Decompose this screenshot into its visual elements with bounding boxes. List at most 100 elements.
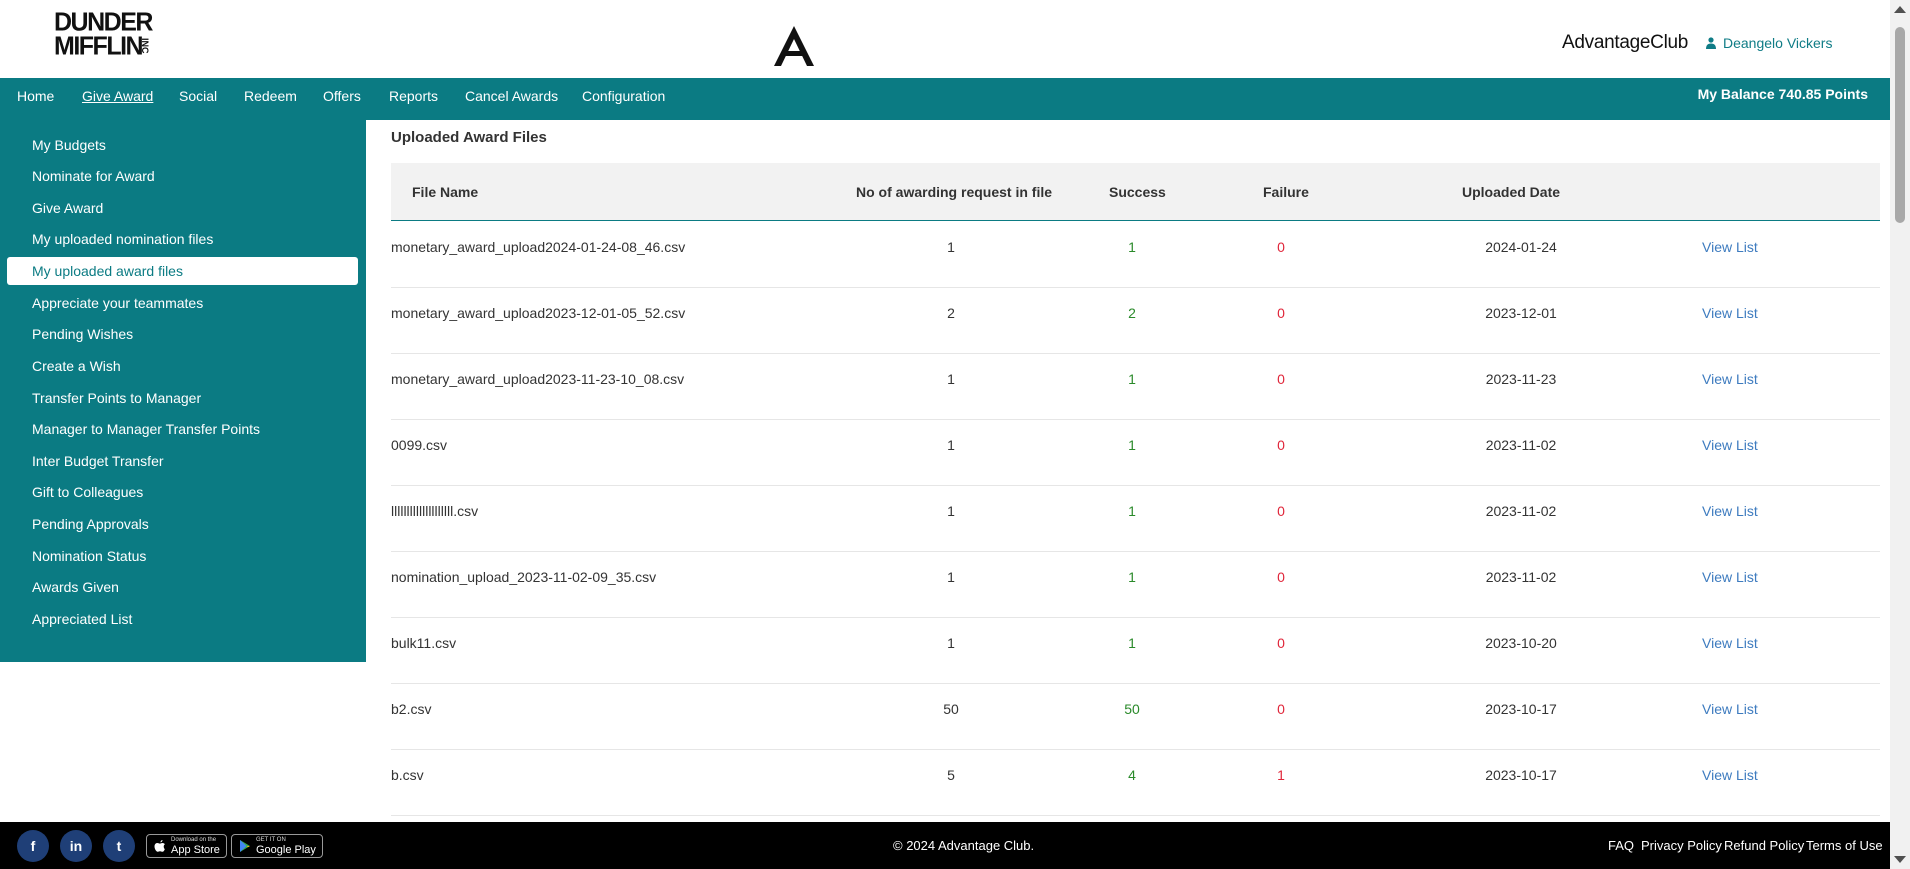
app-store-badge[interactable]: Download on the App Store (146, 834, 227, 858)
app-store-small-text: Download on the (171, 837, 217, 843)
file-name-cell: b.csv (391, 767, 424, 783)
apple-icon (154, 840, 165, 852)
table-row: monetary_award_upload2023-12-01-05_52.cs… (391, 288, 1880, 354)
failure-cell: 1 (1277, 767, 1285, 783)
sidebar-item-awards-given[interactable]: Awards Given (7, 573, 358, 601)
sidebar-item-my-uploaded-nomination-files[interactable]: My uploaded nomination files (7, 225, 358, 253)
top-header: DUNDER MIFFLIN INC AdvantageClub Deangel… (0, 0, 1890, 78)
scroll-thumb[interactable] (1895, 27, 1905, 223)
success-cell: 4 (1128, 767, 1136, 783)
balance-display: My Balance 740.85 Points (1697, 86, 1868, 102)
view-list-link[interactable]: View List (1702, 288, 1758, 354)
success-cell: 1 (1128, 239, 1136, 255)
nav-social[interactable]: Social (179, 78, 217, 120)
page-title: Uploaded Award Files (391, 129, 547, 146)
nav-configuration[interactable]: Configuration (582, 78, 665, 120)
sidebar-item-nomination-status[interactable]: Nomination Status (7, 542, 358, 570)
table-row: monetary_award_upload2023-11-23-10_08.cs… (391, 354, 1880, 420)
table-row: llllllllllllllllllll.csv 1 1 0 2023-11-0… (391, 486, 1880, 552)
logo-line2: MIFFLIN (54, 31, 144, 61)
table-row: bulk11.csv 1 1 0 2023-10-20 View List (391, 618, 1880, 684)
page-scrollbar[interactable] (1890, 0, 1910, 869)
sidebar-item-pending-wishes[interactable]: Pending Wishes (7, 320, 358, 348)
nav-cancel-awards[interactable]: Cancel Awards (465, 78, 558, 120)
nav-give-award[interactable]: Give Award (82, 78, 153, 120)
sidebar-item-my-uploaded-award-files[interactable]: My uploaded award files (7, 257, 358, 285)
column-header-success: Success (1109, 184, 1166, 200)
sidebar: My Budgets Nominate for Award Give Award… (0, 120, 366, 662)
sidebar-item-appreciated-list[interactable]: Appreciated List (7, 605, 358, 633)
sidebar-item-give-award[interactable]: Give Award (7, 194, 358, 222)
linkedin-icon[interactable]: in (60, 830, 92, 862)
sidebar-item-nominate-for-award[interactable]: Nominate for Award (7, 162, 358, 190)
date-cell: 2023-10-17 (1485, 701, 1557, 717)
requests-cell: 5 (947, 767, 955, 783)
view-list-link[interactable]: View List (1702, 684, 1758, 750)
file-name-cell: monetary_award_upload2023-11-23-10_08.cs… (391, 371, 685, 387)
nav-reports[interactable]: Reports (389, 78, 438, 120)
requests-cell: 1 (947, 569, 955, 585)
failure-cell: 0 (1277, 701, 1285, 717)
google-play-icon (240, 840, 250, 852)
table-header: File Name No of awarding request in file… (391, 163, 1880, 221)
footer-link-refund-policy[interactable]: Refund Policy (1724, 838, 1804, 853)
table-row: nomination_upload_2023-11-02-09_35.csv 1… (391, 552, 1880, 618)
failure-cell: 0 (1277, 239, 1285, 255)
date-cell: 2023-10-20 (1485, 635, 1557, 651)
scroll-down-icon[interactable] (1894, 856, 1906, 863)
footer: f in t Download on the App Store GET IT … (0, 822, 1890, 869)
view-list-link[interactable]: View List (1702, 552, 1758, 618)
requests-cell: 1 (947, 371, 955, 387)
column-header-failure: Failure (1263, 184, 1309, 200)
requests-cell: 2 (947, 305, 955, 321)
copyright-text: © 2024 Advantage Club. (893, 838, 1035, 853)
sidebar-item-gift-to-colleagues[interactable]: Gift to Colleagues (7, 478, 358, 506)
scroll-up-icon[interactable] (1894, 6, 1906, 13)
date-cell: 2023-11-02 (1485, 569, 1557, 585)
table-row: b.csv 5 4 1 2023-10-17 View List (391, 750, 1880, 816)
requests-cell: 1 (947, 635, 955, 651)
file-name-cell: b2.csv (391, 701, 432, 717)
nav-offers[interactable]: Offers (323, 78, 361, 120)
requests-cell: 1 (947, 437, 955, 453)
sidebar-item-pending-approvals[interactable]: Pending Approvals (7, 510, 358, 538)
nav-redeem[interactable]: Redeem (244, 78, 297, 120)
sidebar-item-my-budgets[interactable]: My Budgets (7, 131, 358, 159)
view-list-link[interactable]: View List (1702, 486, 1758, 552)
sidebar-item-inter-budget-transfer[interactable]: Inter Budget Transfer (7, 447, 358, 475)
failure-cell: 0 (1277, 569, 1285, 585)
sidebar-item-transfer-points-to-manager[interactable]: Transfer Points to Manager (7, 384, 358, 412)
date-cell: 2023-10-17 (1485, 767, 1557, 783)
twitter-icon[interactable]: t (103, 830, 135, 862)
sidebar-item-appreciate-your-teammates[interactable]: Appreciate your teammates (7, 289, 358, 317)
success-cell: 1 (1128, 635, 1136, 651)
view-list-link[interactable]: View List (1702, 750, 1758, 816)
table-row: b2.csv 50 50 0 2023-10-17 View List (391, 684, 1880, 750)
view-list-link[interactable]: View List (1702, 354, 1758, 420)
requests-cell: 1 (947, 239, 955, 255)
view-list-link[interactable]: View List (1702, 618, 1758, 684)
requests-cell: 1 (947, 503, 955, 519)
sidebar-item-create-a-wish[interactable]: Create a Wish (7, 352, 358, 380)
sidebar-item-manager-to-manager-transfer[interactable]: Manager to Manager Transfer Points (7, 415, 358, 443)
table-row: 0099.csv 1 1 0 2023-11-02 View List (391, 420, 1880, 486)
nav-home[interactable]: Home (17, 78, 54, 120)
success-cell: 1 (1128, 503, 1136, 519)
user-menu[interactable]: Deangelo Vickers (1706, 35, 1832, 51)
failure-cell: 0 (1277, 305, 1285, 321)
footer-link-terms-of-use[interactable]: Terms of Use (1806, 838, 1883, 853)
footer-link-privacy-policy[interactable]: Privacy Policy (1641, 838, 1722, 853)
company-logo[interactable]: DUNDER MIFFLIN INC (54, 9, 153, 62)
view-list-link[interactable]: View List (1702, 420, 1758, 486)
column-header-file-name: File Name (412, 184, 479, 200)
advantage-mark-icon (774, 26, 814, 66)
date-cell: 2023-11-23 (1485, 371, 1557, 387)
success-cell: 2 (1128, 305, 1136, 321)
date-cell: 2023-11-02 (1485, 437, 1557, 453)
facebook-icon[interactable]: f (17, 830, 49, 862)
google-play-badge[interactable]: GET IT ON Google Play (231, 834, 323, 858)
view-list-link[interactable]: View List (1702, 222, 1758, 288)
file-name-cell: monetary_award_upload2023-12-01-05_52.cs… (391, 305, 686, 321)
success-cell: 1 (1128, 371, 1136, 387)
footer-link-faq[interactable]: FAQ (1608, 838, 1634, 853)
